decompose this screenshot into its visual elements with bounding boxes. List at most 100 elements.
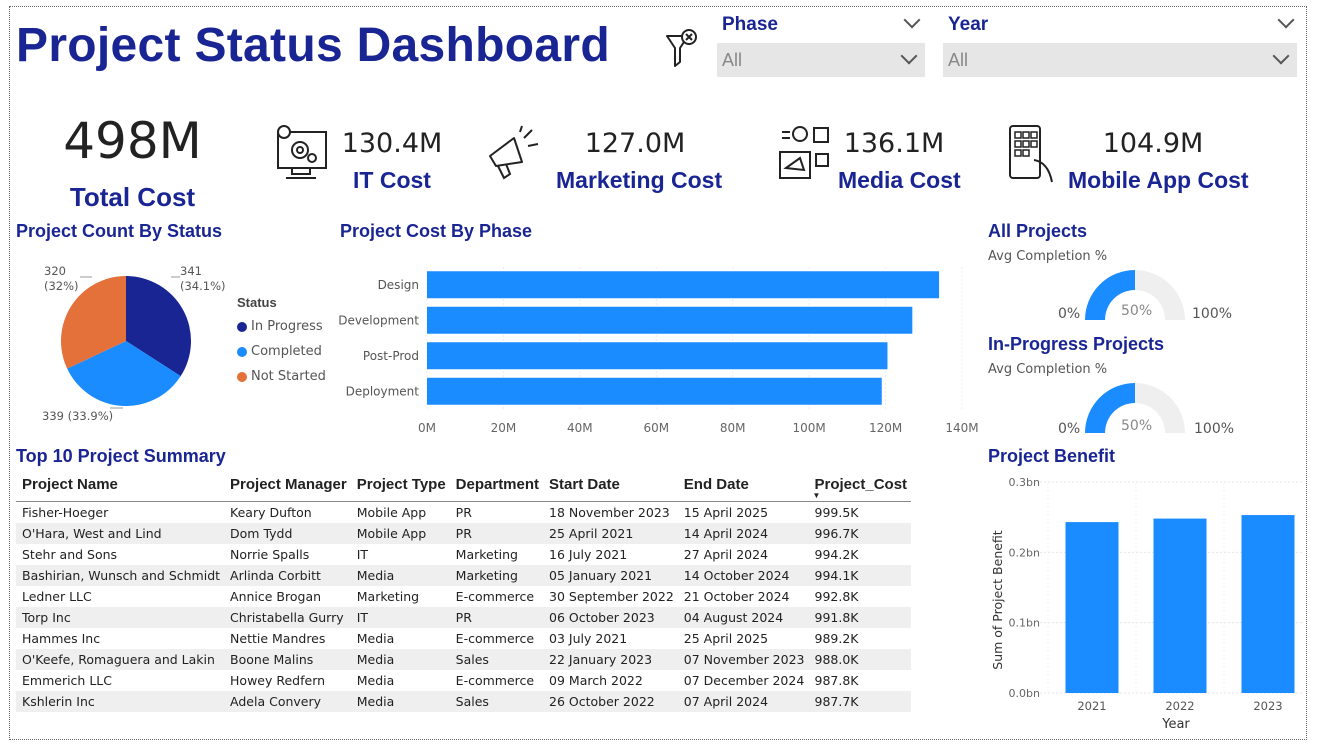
table-cell: 16 July 2021 [549,547,628,562]
phase-tick-label: 60M [643,421,669,435]
table-cell: 987.8K [814,673,859,688]
table-cell: Adela Convery [224,691,351,712]
megaphone-icon [484,124,542,188]
computer-gear-icon [272,124,330,188]
all-projects-title: All Projects [988,221,1088,241]
table-row[interactable]: Stehr and Sons Norrie Spalls IT Marketing 16… [16,544,911,565]
year-dropdown[interactable]: All [943,43,1297,77]
table-cell: O'Hara, West and Lind [16,523,225,544]
phase-filter-label: Phase [722,14,778,35]
benefit-y-axis-label: Sum of Project Benefit [990,530,1005,670]
table-cell: 21 October 2024 [683,589,790,604]
column-header[interactable]: Start Date [543,470,678,502]
summary-table-container: Project Name Project Manager Project Type D… [16,470,912,712]
table-cell: Howey Redfern [230,673,326,688]
table-row[interactable]: Torp Inc Christabella Gurry IT PR 06 October… [16,607,912,628]
legend-completed[interactable]: Completed [237,339,326,364]
phase-dropdown[interactable]: All [717,43,925,77]
benefit-bars [1065,515,1295,693]
table-cell: 994.2K [814,547,859,562]
benefit-bar-chart: 0.0bn 0.1bn 0.2bn 0.3bn 2021 2022 2023 Sum of… [990,476,1304,732]
legend-in-progress[interactable]: In Progress [237,314,326,339]
table-cell: 26 October 2022 [543,691,678,712]
sort-desc-icon[interactable]: ▼ [813,491,821,500]
status-chart-title: Project Count By Status [16,221,223,241]
phase-bar-design[interactable] [427,271,940,299]
table-cell: E-commerce [455,589,535,604]
phase-tick-label: 20M [491,421,517,435]
table-row[interactable]: O'Hara, West and Lind Dom Tydd Mobile App P… [16,523,912,544]
table-cell: Hammes Inc [22,631,101,646]
table-cell: Sales [449,691,544,712]
table-cell: Fisher-Hoeger [22,505,109,520]
table-cell: 989.2K [814,631,859,646]
phase-bar-development[interactable] [427,306,913,334]
table-cell: Dom Tydd [224,523,351,544]
phase-category-label: Development [338,313,419,327]
filter-clear-icon[interactable] [664,28,700,70]
table-cell: Marketing [455,547,518,562]
gauge-max-label: 100% [1194,421,1235,437]
legend-title: Status [237,295,277,310]
benefit-y-tick: 0.0bn [1009,687,1040,700]
table-row[interactable]: Emmerich LLC Howey Redfern Media E-commerce… [16,670,911,691]
table-cell: Nettie Mandres [230,631,326,646]
table-row[interactable]: O'Keefe, Romaguera and Lakin Boone Malins… [16,649,912,670]
table-row[interactable]: Ledner LLC Annice Brogan Marketing E-commer… [16,586,911,607]
gauge-min-label: 0% [1058,421,1081,437]
legend-dot-not-started [237,371,247,382]
phase-bar-deployment[interactable] [427,377,882,405]
in-progress-projects-title: In-Progress Projects [988,334,1165,354]
table-body: Fisher-Hoeger Keary Dufton Mobile App PR 18 … [16,502,912,712]
media-cost-label: Media Cost [838,167,961,193]
table-cell: 992.8K [814,589,859,604]
table-cell: 994.1K [808,565,912,586]
column-header[interactable]: Project Type [350,470,450,502]
table-cell: Bashirian, Wunsch and Schmidt [16,565,225,586]
column-header[interactable]: Department [449,470,544,502]
table-row[interactable]: Bashirian, Wunsch and Schmidt Arlinda Cor… [16,565,912,586]
benefit-y-tick: 0.2bn [1009,546,1040,559]
benefit-bar-2022[interactable] [1153,518,1207,693]
table-cell: 25 April 2025 [683,631,769,646]
media-cost-value: 136.1M [843,128,945,159]
table-cell: Marketing [449,565,544,586]
pie-label-not-started: 320 (32%) [44,264,79,293]
table-cell: PR [455,505,472,520]
phase-category-label: Deployment [346,384,420,398]
legend-dot-completed [237,346,247,357]
phase-bar-post-prod[interactable] [427,342,888,370]
column-header[interactable]: Project_Cost ▼ [808,470,912,502]
phase-dropdown-value: All [722,50,743,70]
column-header[interactable]: Project Name [16,470,225,502]
table-row[interactable]: Fisher-Hoeger Keary Dufton Mobile App PR 18 … [16,502,911,524]
legend-label: Completed [251,344,322,359]
status-legend: Status In Progress Completed Not Started [237,295,326,389]
phase-tick-label: 140M [945,421,978,435]
table-row[interactable]: Kshlerin Inc Adela Convery Media Sales 26 Oc… [16,691,912,712]
table-cell: 30 September 2022 [549,589,674,604]
phase-tick-label: 0M [418,421,436,435]
table-cell: Sales [449,649,544,670]
column-header[interactable]: Project Manager [224,470,351,502]
pie-slices [60,276,191,406]
legend-label: In Progress [251,319,323,334]
table-row[interactable]: Hammes Inc Nettie Mandres Media E-commerce 0… [16,628,911,649]
all-projects-subtitle: Avg Completion % [988,249,1108,264]
gauge-center-label: 50% [1121,418,1153,434]
phase-category-labels: Design Development Post-Prod Deployment [338,278,419,399]
phase-tick-label: 120M [869,421,902,435]
table-cell: E-commerce [455,631,535,646]
benefit-x-tick: 2022 [1165,699,1194,713]
table-cell: IT [350,607,450,628]
benefit-y-tick: 0.1bn [1009,617,1040,630]
table-cell: 06 October 2023 [543,607,678,628]
benefit-bar-2023[interactable] [1241,515,1295,693]
summary-title: Top 10 Project Summary [16,446,226,466]
column-header[interactable]: End Date [677,470,809,502]
table-cell: Torp Inc [16,607,225,628]
legend-not-started[interactable]: Not Started [237,364,326,389]
table-cell: PR [449,607,544,628]
benefit-bar-2021[interactable] [1065,522,1119,693]
table-cell: 14 April 2024 [677,523,809,544]
